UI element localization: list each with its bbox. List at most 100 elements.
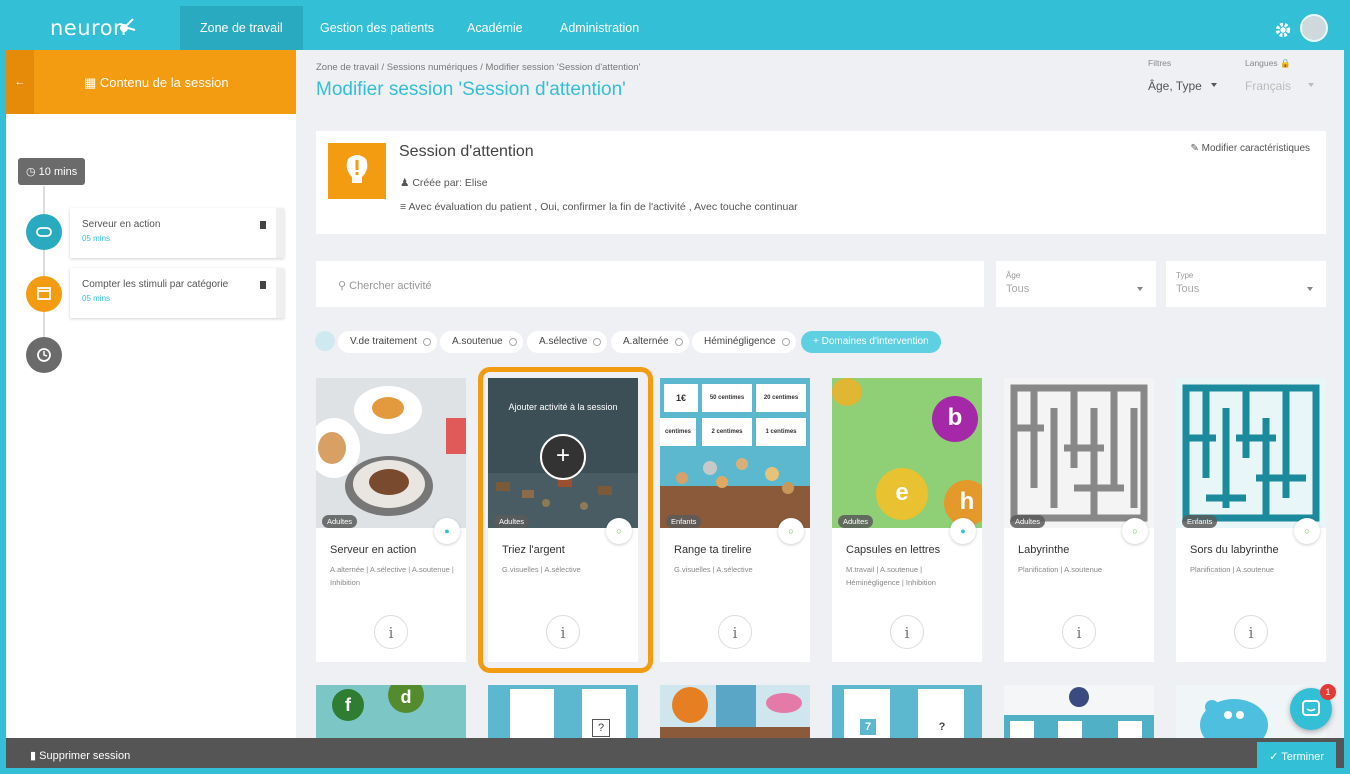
nav-item-patients[interactable]: Gestion des patients bbox=[300, 6, 454, 50]
search-input[interactable]: ⚲ Chercher activité bbox=[316, 261, 984, 307]
back-arrow-icon[interactable]: ← bbox=[6, 50, 34, 114]
add-domains-button[interactable]: + Domaines d'intervention bbox=[801, 331, 941, 353]
step-time: 05 mins bbox=[82, 234, 111, 243]
coin-value-label: centimes bbox=[660, 418, 696, 446]
session-creator: ♟ Créée par: Elise bbox=[400, 177, 488, 189]
activity-card[interactable] bbox=[1004, 685, 1154, 738]
number-tile: 7 bbox=[860, 719, 876, 735]
chevron-down-icon bbox=[1308, 83, 1314, 87]
session-step-card[interactable]: Compter les stimuli par catégorie 05 min… bbox=[70, 268, 284, 318]
clock-icon: ◷ bbox=[26, 166, 36, 178]
domain-chip[interactable]: A.sélective bbox=[527, 331, 608, 353]
edit-characteristics-button[interactable]: ✎ Modifier caractéristiques bbox=[1190, 143, 1310, 154]
page-title: Modifier session 'Session d'attention' bbox=[316, 79, 626, 100]
activity-card[interactable] bbox=[660, 685, 810, 738]
activity-tags: Planification | A.soutenue bbox=[1190, 565, 1275, 574]
activity-card[interactable]: 7 ? bbox=[832, 685, 982, 738]
session-step-card[interactable]: Serveur en action 05 mins bbox=[70, 208, 284, 258]
step-name: Serveur en action bbox=[82, 219, 161, 230]
activity-tags: G.visuelles | A.sélective bbox=[674, 565, 753, 574]
activity-tags: M.travail | A.soutenue | Héminégligence … bbox=[846, 565, 936, 587]
activity-title: Serveur en action bbox=[330, 544, 417, 556]
domain-chip[interactable]: V.de traitement bbox=[338, 331, 437, 353]
chat-bubble-icon[interactable]: 1 bbox=[1290, 684, 1336, 730]
domain-chip[interactable]: A.soutenue bbox=[440, 331, 523, 353]
gamepad-icon: ● bbox=[434, 518, 460, 544]
audience-badge: Enfants bbox=[1182, 515, 1218, 528]
info-icon[interactable]: i bbox=[890, 615, 924, 649]
filters-select[interactable]: Âge, Type bbox=[1148, 79, 1202, 93]
touch-icon: ○ bbox=[1294, 518, 1320, 544]
info-icon[interactable]: i bbox=[1234, 615, 1268, 649]
trash-icon: ▮ bbox=[30, 750, 37, 762]
activity-card[interactable]: Adultes ○ Labyrinthe Planification | A.s… bbox=[1004, 378, 1154, 662]
check-icon: ✓ bbox=[1269, 751, 1279, 763]
coin-value-label: 1€ bbox=[664, 384, 698, 412]
grid-icon: ▦ bbox=[84, 75, 97, 90]
remove-chip-icon[interactable] bbox=[781, 338, 790, 346]
user-avatar-icon[interactable] bbox=[1300, 14, 1328, 42]
lock-icon: 🔒 bbox=[1280, 58, 1291, 68]
languages-label: Langues 🔒 bbox=[1245, 58, 1291, 68]
bottle-cap-icon bbox=[832, 378, 862, 406]
notification-badge: 1 bbox=[1320, 684, 1336, 700]
letter-cap: e bbox=[876, 468, 928, 520]
info-icon[interactable]: i bbox=[374, 615, 408, 649]
age-select-value: Tous bbox=[1006, 283, 1030, 295]
trash-icon[interactable] bbox=[260, 281, 266, 289]
activity-thumbnail bbox=[1004, 378, 1154, 528]
attention-head-icon bbox=[328, 143, 386, 199]
remove-chip-icon[interactable] bbox=[674, 338, 683, 346]
activity-title: Capsules en lettres bbox=[846, 544, 941, 556]
selected-activity-highlight bbox=[478, 367, 653, 673]
filters-label: Filtres bbox=[1148, 58, 1172, 68]
activity-thumbnail: 1€ 50 centimes 20 centimes centimes 2 ce… bbox=[660, 378, 810, 528]
top-navigation-bar: neuron Zone de travail Gestion des patie… bbox=[0, 0, 1350, 50]
activity-card[interactable]: b e h Adultes ● Capsules en lettres M.tr… bbox=[832, 378, 982, 662]
neuron-logo-icon bbox=[120, 18, 136, 32]
nav-item-academy[interactable]: Académie bbox=[447, 6, 543, 50]
domain-chip[interactable]: Héminégligence bbox=[692, 331, 796, 353]
letter-cap: b bbox=[932, 396, 978, 442]
remove-chip-icon[interactable] bbox=[422, 338, 431, 346]
remove-chip-icon[interactable] bbox=[593, 338, 602, 346]
nav-item-administration[interactable]: Administration bbox=[540, 6, 659, 50]
activity-card[interactable]: Adultes ● Serveur en action A.alternée |… bbox=[316, 378, 466, 662]
activity-card[interactable]: f d bbox=[316, 685, 466, 738]
touch-icon: ○ bbox=[778, 518, 804, 544]
step-name: Compter les stimuli par catégorie bbox=[82, 279, 229, 290]
info-icon[interactable]: i bbox=[1062, 615, 1096, 649]
type-select[interactable]: Type Tous bbox=[1166, 261, 1326, 307]
age-select[interactable]: Âge Tous bbox=[996, 261, 1156, 307]
remove-chip-icon[interactable] bbox=[508, 338, 517, 346]
info-icon[interactable]: i bbox=[718, 615, 752, 649]
audience-badge: Enfants bbox=[666, 515, 702, 528]
delete-session-button[interactable]: ▮ Supprimer session bbox=[30, 749, 130, 762]
type-select-label: Type bbox=[1176, 271, 1194, 280]
session-content-header: ← ▦ Contenu de la session bbox=[6, 50, 296, 114]
window-icon bbox=[26, 276, 62, 312]
letter-tile: d bbox=[388, 685, 424, 713]
nav-item-workspace[interactable]: Zone de travail bbox=[180, 6, 303, 50]
domain-chip[interactable]: A.alternée bbox=[611, 331, 689, 353]
touch-icon: ○ bbox=[1122, 518, 1148, 544]
breadcrumb: Zone de travail / Sessions numériques / … bbox=[316, 62, 641, 73]
gear-icon[interactable] bbox=[1274, 21, 1292, 39]
activity-thumbnail bbox=[316, 378, 466, 528]
clock-icon bbox=[26, 337, 62, 373]
activity-card[interactable]: Enfants ○ Sors du labyrinthe Planificati… bbox=[1176, 378, 1326, 662]
question-mark-tile: ? bbox=[938, 721, 946, 733]
session-options: ≡ Avec évaluation du patient , Oui, conf… bbox=[400, 201, 798, 213]
activity-card[interactable]: ? bbox=[488, 685, 638, 738]
activity-card[interactable]: 1€ 50 centimes 20 centimes centimes 2 ce… bbox=[660, 378, 810, 662]
languages-select[interactable]: Français bbox=[1245, 79, 1291, 93]
activity-tags: A.alternée | A.sélective | A.soutenue | … bbox=[330, 565, 454, 587]
session-content-panel: ← ▦ Contenu de la session ◷ 10 mins Serv… bbox=[6, 50, 296, 738]
trash-icon[interactable] bbox=[260, 221, 266, 229]
finish-button[interactable]: ✓ Terminer bbox=[1257, 742, 1336, 772]
activity-title: Sors du labyrinthe bbox=[1190, 544, 1279, 556]
audience-badge: Adultes bbox=[1010, 515, 1046, 528]
activity-title: Range ta tirelire bbox=[674, 544, 752, 556]
coin-value-label: 1 centimes bbox=[756, 418, 806, 446]
search-icon: ⚲ bbox=[338, 280, 347, 292]
